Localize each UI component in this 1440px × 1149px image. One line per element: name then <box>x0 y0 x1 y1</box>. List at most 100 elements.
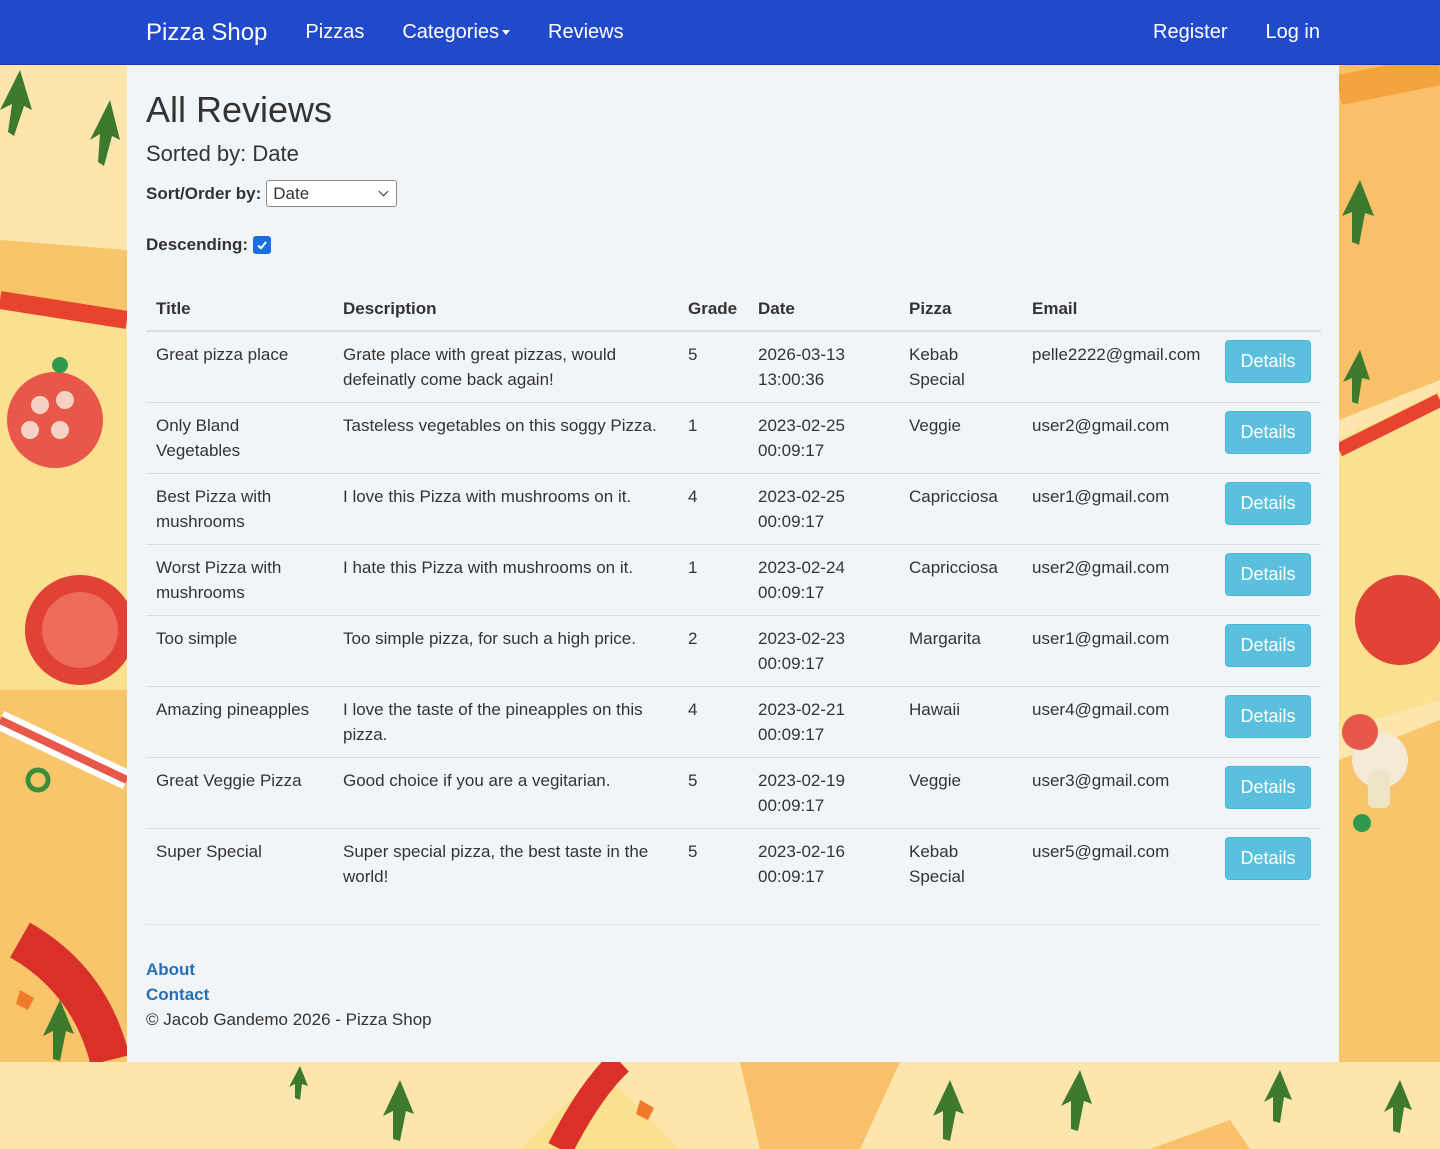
footer-divider <box>146 924 1321 925</box>
checkmark-icon <box>257 241 267 250</box>
cell-date: 2026-03-13 13:00:36 <box>758 345 845 389</box>
footer: About Contact © Jacob Gandemo 2026 - Piz… <box>146 957 432 1032</box>
descending-label: Descending: <box>146 235 249 254</box>
header-date: Date <box>748 283 899 332</box>
cell-email: user2@gmail.com <box>1022 401 1215 473</box>
sort-order-select[interactable]: Date <box>266 180 398 207</box>
cell-email: user2@gmail.com <box>1022 543 1215 615</box>
descending-row: Descending: <box>146 235 272 255</box>
cell-description: Good choice if you are a vegitarian. <box>333 756 678 828</box>
cell-grade: 5 <box>678 756 748 828</box>
details-button[interactable]: Details <box>1225 765 1311 809</box>
caret-down-icon <box>502 30 511 35</box>
nav-link-categories-label: Categories <box>402 21 500 43</box>
cell-grade: 4 <box>678 685 748 757</box>
cell-actions: Details <box>1215 543 1321 615</box>
cell-date: 2023-02-19 00:09:17 <box>748 756 899 828</box>
sort-order-value: Date <box>273 183 310 203</box>
cell-actions: Details <box>1215 827 1321 899</box>
sort-order-label: Sort/Order by: <box>146 183 262 203</box>
cell-description: I love the taste of the pineapples on th… <box>333 685 678 757</box>
cell-pizza: Capricciosa <box>899 472 1022 544</box>
table-row: Only Bland Vegetables Tasteless vegetabl… <box>146 401 1321 473</box>
main-container: All Reviews Sorted by: Date Sort/Order b… <box>127 65 1339 1062</box>
cell-description: Tasteless vegetables on this soggy Pizza… <box>333 401 678 473</box>
cell-email: user1@gmail.com <box>1022 472 1215 544</box>
cell-date: 2023-02-25 00:09:17 <box>748 472 899 544</box>
cell-description: I hate this Pizza with mushrooms on it. <box>333 543 678 615</box>
table-row: Best Pizza with mushrooms I love this Pi… <box>146 472 1321 544</box>
table-row: Super Special Super special pizza, the b… <box>146 827 1321 899</box>
reviews-table: Title Description Grade Date Pizza Email… <box>146 283 1321 899</box>
top-navbar: Pizza Shop Pizzas Categories Reviews Reg… <box>0 0 1440 65</box>
cell-grade: 2 <box>678 614 748 686</box>
cell-description: Super special pizza, the best taste in t… <box>333 827 678 899</box>
cell-pizza: Capricciosa <box>899 543 1022 615</box>
cell-title: Too simple <box>146 614 333 686</box>
footer-link-about[interactable]: About <box>146 957 432 982</box>
details-button[interactable]: Details <box>1225 836 1311 880</box>
header-title: Title <box>146 283 333 332</box>
footer-link-contact[interactable]: Contact <box>146 982 432 1007</box>
cell-title: Great pizza place <box>156 345 289 364</box>
sort-order-row: Sort/Order by: Date <box>146 180 398 207</box>
cell-title: Great Veggie Pizza <box>146 756 333 828</box>
cell-title: Only Bland Vegetables <box>146 401 333 473</box>
details-button[interactable]: Details <box>1225 410 1311 454</box>
cell-actions: Details <box>1215 685 1321 757</box>
nav-link-pizzas[interactable]: Pizzas <box>305 21 364 44</box>
header-pizza: Pizza <box>899 283 1022 332</box>
cell-grade: 1 <box>678 543 748 615</box>
cell-title: Super Special <box>146 827 333 899</box>
table-row: Great pizza place Grate place with great… <box>146 331 1321 402</box>
nav-dropdown-categories[interactable]: Categories <box>402 21 511 44</box>
cell-email: user3@gmail.com <box>1022 756 1215 828</box>
nav-link-reviews[interactable]: Reviews <box>548 21 624 44</box>
details-button[interactable]: Details <box>1225 481 1311 525</box>
cell-title: Worst Pizza with mushrooms <box>146 543 333 615</box>
cell-actions: Details <box>1215 472 1321 544</box>
cell-email: pelle2222@gmail.com <box>1032 345 1201 364</box>
details-button[interactable]: Details <box>1225 623 1311 667</box>
details-button[interactable]: Details <box>1225 552 1311 596</box>
cell-email: user4@gmail.com <box>1022 685 1215 757</box>
cell-title: Amazing pineapples <box>146 685 333 757</box>
cell-grade: 5 <box>688 345 698 364</box>
cell-pizza: Veggie <box>899 756 1022 828</box>
descending-checkbox[interactable] <box>253 236 272 254</box>
cell-pizza: Hawaii <box>899 685 1022 757</box>
cell-actions: Details <box>1215 614 1321 686</box>
nav-link-login[interactable]: Log in <box>1266 21 1321 44</box>
footer-copyright: © Jacob Gandemo 2026 - Pizza Shop <box>146 1010 432 1029</box>
header-actions <box>1215 283 1321 332</box>
cell-title: Best Pizza with mushrooms <box>146 472 333 544</box>
cell-email: user1@gmail.com <box>1022 614 1215 686</box>
page-title: All Reviews <box>146 89 333 130</box>
cell-actions: Details <box>1215 401 1321 473</box>
cell-actions: Details <box>1215 756 1321 828</box>
cell-email: user5@gmail.com <box>1022 827 1215 899</box>
brand-link[interactable]: Pizza Shop <box>146 19 267 47</box>
nav-right-group: Register Log in <box>1115 0 1320 65</box>
cell-grade: 1 <box>678 401 748 473</box>
header-grade: Grade <box>678 283 748 332</box>
cell-description: I love this Pizza with mushrooms on it. <box>333 472 678 544</box>
cell-date: 2023-02-24 00:09:17 <box>748 543 899 615</box>
cell-date: 2023-02-21 00:09:17 <box>748 685 899 757</box>
cell-pizza: Margarita <box>899 614 1022 686</box>
nav-left-group: Pizza Shop Pizzas Categories Reviews <box>146 0 662 65</box>
nav-link-register[interactable]: Register <box>1153 21 1227 44</box>
table-row: Great Veggie Pizza Good choice if you ar… <box>146 756 1321 828</box>
cell-date: 2023-02-25 00:09:17 <box>748 401 899 473</box>
table-header-row: Title Description Grade Date Pizza Email <box>146 283 1321 332</box>
cell-grade: 5 <box>678 827 748 899</box>
sorted-by-text: Sorted by: Date <box>146 141 299 166</box>
cell-grade: 4 <box>678 472 748 544</box>
chevron-down-icon <box>378 186 389 197</box>
cell-description: Too simple pizza, for such a high price. <box>333 614 678 686</box>
cell-pizza: Kebab Special <box>909 345 965 389</box>
cell-date: 2023-02-16 00:09:17 <box>748 827 899 899</box>
header-description: Description <box>333 283 678 332</box>
details-button[interactable]: Details <box>1225 340 1311 383</box>
details-button[interactable]: Details <box>1225 694 1311 738</box>
